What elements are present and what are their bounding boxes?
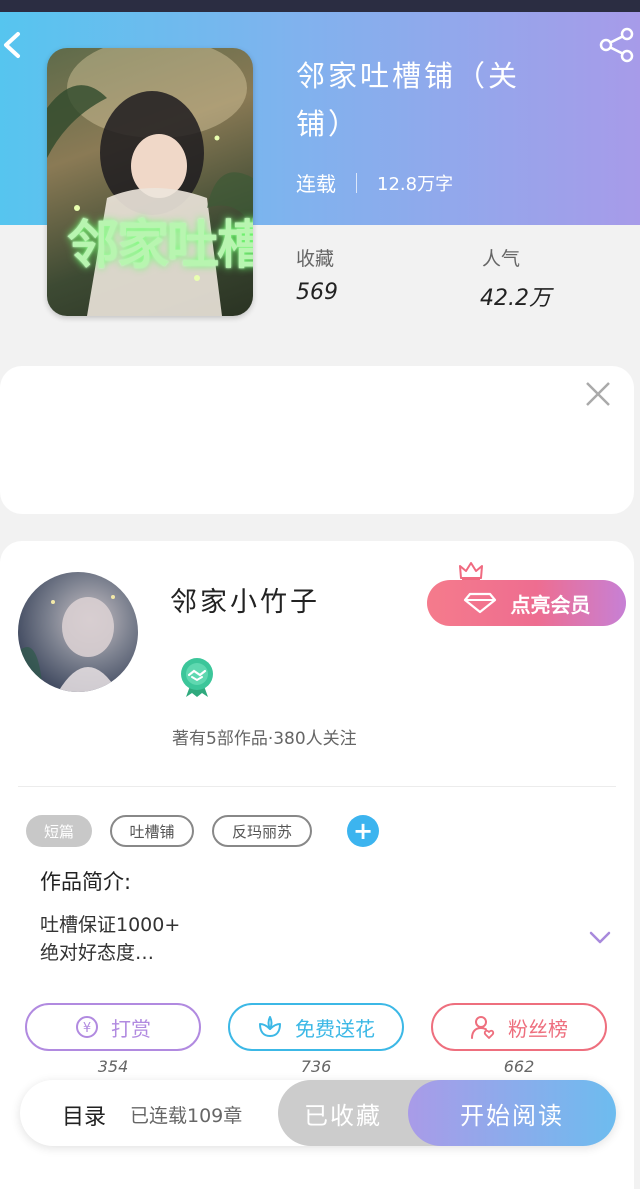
add-tag-button[interactable]: + — [347, 815, 379, 847]
fan-ranking-button[interactable]: 粉丝榜 — [431, 1003, 607, 1051]
favorites-count: 569 — [296, 280, 338, 305]
author-avatar[interactable] — [18, 572, 138, 692]
close-icon — [586, 382, 610, 406]
fan-ranking-label: 粉丝榜 — [508, 1016, 568, 1041]
ad-close-button[interactable] — [584, 380, 612, 408]
tag-chip[interactable]: 短篇 — [26, 815, 92, 847]
plus-icon: + — [352, 817, 374, 845]
fan-count: 662 — [503, 1057, 535, 1076]
book-cover[interactable]: 邻家吐槽铺 — [47, 48, 253, 316]
svg-text:¥: ¥ — [83, 1021, 91, 1036]
chevron-down-icon — [589, 931, 611, 944]
book-title: 邻家吐槽铺（关 铺） — [296, 59, 521, 141]
intro-text-line: 吐槽保证1000+ — [40, 914, 181, 936]
author-name[interactable]: 邻家小竹子 — [170, 580, 320, 619]
tag-chip[interactable]: 吐槽铺 — [110, 815, 194, 847]
intro-label: 作品简介: — [40, 870, 132, 894]
popularity-count: 42.2万 — [480, 286, 551, 311]
crown-icon — [458, 560, 484, 582]
popularity-label: 人气 — [482, 248, 521, 270]
vip-membership-button[interactable]: 点亮会员 — [427, 580, 626, 626]
tip-count: 354 — [97, 1057, 129, 1076]
intro-text-line: 绝对好态度… — [40, 942, 155, 964]
favorites-label: 收藏 — [296, 248, 335, 270]
favorited-label: 已收藏 — [304, 1101, 382, 1130]
tip-button[interactable]: ¥ 打赏 — [25, 1003, 201, 1051]
vip-button-label: 点亮会员 — [510, 592, 591, 617]
chevron-left-icon — [4, 32, 20, 58]
meta-divider — [356, 172, 357, 193]
status-bar — [0, 0, 640, 12]
fan-user-icon — [470, 1014, 496, 1040]
start-reading-label: 开始阅读 — [460, 1101, 564, 1130]
yen-coin-icon: ¥ — [75, 1015, 99, 1039]
share-icon — [599, 27, 634, 63]
handshake-badge-icon — [181, 658, 213, 697]
share-button[interactable] — [598, 26, 636, 64]
author-stats: 著有5部作品·380人关注 — [172, 729, 357, 749]
tag-chip[interactable]: 反玛丽苏 — [212, 815, 312, 847]
send-flower-button[interactable]: 免费送花 — [228, 1003, 404, 1051]
chapter-count[interactable]: 已连载109章 — [130, 1101, 242, 1128]
ad-banner — [0, 366, 634, 514]
start-reading-button[interactable]: 开始阅读 — [408, 1080, 616, 1146]
serial-status: 连载 — [296, 172, 336, 196]
back-button[interactable] — [0, 28, 30, 62]
send-flower-label: 免费送花 — [295, 1016, 375, 1041]
flower-count: 736 — [300, 1057, 332, 1076]
flower-icon — [257, 1015, 283, 1039]
table-of-contents-button[interactable]: 目录 — [62, 1099, 106, 1131]
book-meta: 连载 12.8万字 — [296, 168, 453, 197]
diamond-icon — [463, 592, 496, 614]
avatar-illustration — [18, 595, 118, 692]
section-divider — [18, 786, 616, 787]
expand-intro-button[interactable] — [588, 930, 612, 946]
word-count: 12.8万字 — [377, 173, 454, 195]
author-badge[interactable] — [178, 656, 216, 698]
tip-button-label: 打赏 — [111, 1016, 151, 1041]
cover-title-art: 邻家吐槽铺 — [67, 215, 253, 276]
